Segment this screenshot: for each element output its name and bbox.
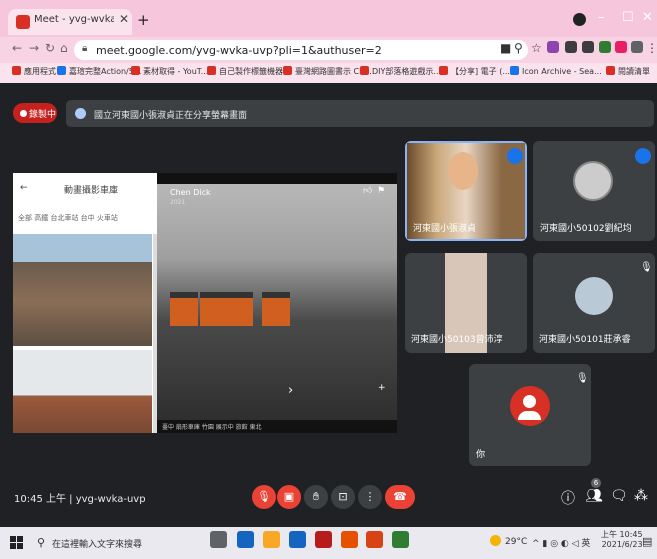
chat-icon[interactable]: 🗨︎ [610,488,628,504]
mic-muted-icon: 🎙︎ [576,373,589,384]
speaking-icon [507,148,523,164]
tray-icons[interactable]: ^ ▮ ◎ ◐ ◁ 英 [532,536,590,549]
locomotive [200,292,228,326]
bookmark-item[interactable]: 應用程式 [12,66,56,77]
bookmark-item[interactable]: 臺灣網路圖書示 Ch... [283,66,372,77]
lock-icon[interactable]: 🔒︎ [82,43,87,54]
locomotive [262,292,290,326]
windows-start-icon[interactable] [10,536,23,549]
bookmark-item[interactable]: 嘉瑄完整Action/5... [57,66,141,77]
meet-favicon-icon [16,15,30,29]
tab-title: Meet - yvg-wvka-uvp [34,14,114,25]
participant-name: 河東國小50103曾沛淳 [411,335,503,345]
line-icon[interactable] [392,531,409,548]
participant-name: 河東國小張淑貞 [413,224,477,234]
recording-label: 錄製中 [29,110,57,120]
file-explorer-icon[interactable] [263,531,280,548]
bookmark-item[interactable]: DIY部落格遊戲示... [360,66,441,77]
side-panel-title: 動畫攝影車庫 [64,186,119,196]
notification-icon[interactable]: ▤ [642,535,652,548]
reload-icon[interactable]: ↻ [45,41,55,55]
self-avatar-body [518,411,541,420]
taskbar-clock[interactable]: 上午 10:45 2021/6/23 [601,529,643,549]
powerpoint-icon[interactable] [366,531,383,548]
new-tab-button[interactable]: + [137,11,150,29]
mic-off-button[interactable]: 🎙︎ [252,485,276,509]
locomotive [170,292,198,326]
word-icon[interactable] [289,531,306,548]
task-view-icon[interactable] [210,531,227,548]
search-icon[interactable]: ⚲ [37,536,45,549]
raise-hand-button[interactable]: ✋︎ [304,485,328,509]
photo-date: 2021 [170,199,186,206]
weather-temp[interactable]: 29°C [505,537,527,547]
zoom-icon[interactable]: ⚲ [514,41,523,55]
participant-name: 河東國小50102劉紀均 [540,224,632,234]
window-close-icon[interactable]: ✕ [642,10,653,25]
extension-icon[interactable] [599,41,611,53]
present-button[interactable]: ⊡ [331,485,355,509]
photo-footer-text: 臺中 扇形車庫 竹園 展示中 旅館 東北 [162,424,262,431]
weather-icon[interactable] [490,535,501,546]
url-text[interactable]: meet.google.com/yvg-wvka-uvp?pli=1&authu… [96,44,382,57]
forward-icon[interactable]: → [29,41,39,55]
clock-date: 2021/6/23 [601,540,643,549]
edge-icon[interactable] [237,531,254,548]
menu-icon[interactable]: ⋮ [646,41,657,55]
info-icon[interactable]: ⓘ [561,488,575,508]
next-photo-icon[interactable]: › [288,383,293,398]
home-icon[interactable]: ⌂ [60,41,68,55]
side-panel-tabs[interactable]: 全部 高鐵 台北車站 台中 火車站 [18,213,118,223]
speaking-icon [635,148,651,164]
more-options-button[interactable]: ⋮ [358,485,382,509]
participant-count-badge: 6 [591,478,601,488]
clock-time: 上午 10:45 [601,530,643,539]
minimize-icon[interactable]: – [598,10,605,25]
record-dot-icon [20,110,27,117]
roundhouse-photo[interactable] [13,234,152,346]
locomotive [225,292,253,326]
reading-list[interactable]: 閱讀清單 [606,66,650,77]
participant-avatar [575,277,613,315]
bookmark-item[interactable]: 素材取得 - YouT... [131,66,208,77]
close-tab-icon[interactable]: ✕ [119,12,129,26]
participant-avatar [573,161,613,201]
people-icon[interactable]: 👥︎ [585,488,603,504]
extension-icon[interactable] [582,41,594,53]
mic-muted-icon: 🎙︎ [640,262,653,273]
flag-icon[interactable]: ⚑ [377,186,385,196]
taskbar-search-input[interactable]: 在這裡輸入文字來搜尋 [52,537,142,550]
meeting-details: 10:45 上午 | yvg-wvka-uvp [14,494,146,505]
extension-icon[interactable] [565,41,577,53]
profile-icon[interactable] [573,13,586,26]
maximize-icon[interactable]: ☐ [622,10,634,25]
bookmark-item[interactable]: 【分享] 電子 (... [439,66,510,77]
bookmark-item[interactable]: 自己製作標籤機器... [207,66,291,77]
participant-name: 河東國小50101莊承睿 [539,335,631,345]
participant-face [448,152,478,190]
back-icon[interactable]: ← [12,41,22,55]
end-call-button[interactable]: ☎︎ [385,485,415,509]
presenter-avatar-icon [75,108,86,119]
presenting-banner-text: 國立河東國小張淑貞正在分享螢幕畫面 [94,111,248,121]
participant-name: 你 [476,450,486,460]
acrobat-icon[interactable] [315,531,332,548]
camera-icon[interactable]: ■ [500,41,511,55]
expand-icon[interactable]: + [378,383,386,393]
bookmark-item[interactable]: Icon Archive - Sea... [510,66,602,76]
extension-icon[interactable] [615,41,627,53]
extension-icon[interactable] [631,41,643,53]
self-avatar-head [523,395,536,408]
back-arrow-icon[interactable]: ← [20,183,28,193]
extension-icon[interactable] [547,41,559,53]
camera-off-button[interactable]: ▣ [277,485,301,509]
activities-icon[interactable]: ⁂ [634,488,648,504]
photo-author: Chen Dick [170,188,211,197]
roundhouse-photo[interactable] [13,350,152,433]
chrome-icon[interactable] [341,531,358,548]
bookmark-star-icon[interactable]: ☆ [531,41,542,55]
thumbs-up-icon[interactable]: 👍︎ [363,186,372,196]
